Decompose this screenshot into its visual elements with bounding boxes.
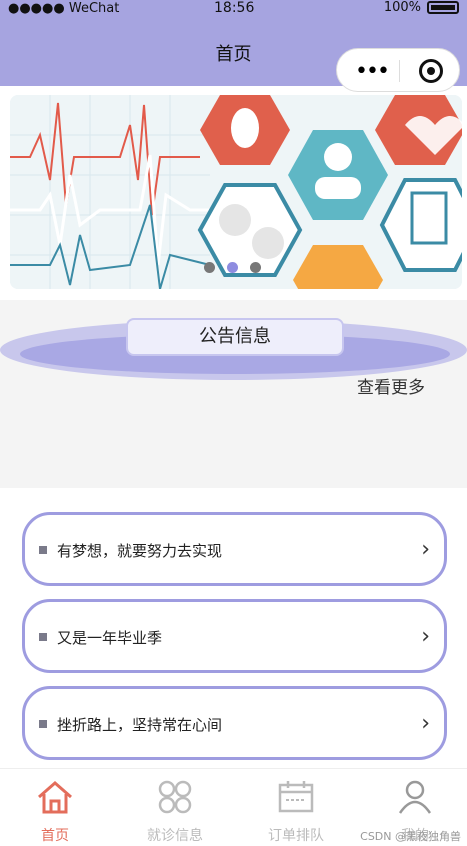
list-item-text: 又是一年毕业季 [57, 629, 163, 647]
battery-percent: 100% [383, 0, 421, 15]
status-bar: ●●●●● WeChat 18:56 100% [0, 0, 467, 20]
status-time: 18:56 [214, 0, 255, 16]
user-icon [398, 780, 432, 814]
list-item[interactable]: 又是一年毕业季 › [22, 599, 447, 673]
list-item-text: 有梦想，就要努力去实现 [57, 542, 223, 560]
battery-area: 100% [384, 0, 459, 15]
banner-carousel[interactable] [10, 95, 462, 289]
chevron-right-icon: › [421, 537, 430, 562]
home-icon [38, 781, 72, 814]
notice-title: 公告信息 [126, 318, 344, 356]
view-more-link[interactable]: 查看更多 [357, 373, 425, 398]
calendar-icon [278, 781, 314, 813]
tab-order-queue[interactable]: 订单排队 [251, 779, 341, 845]
list-item-text: 挫折路上，坚持常在心间 [57, 716, 223, 734]
tab-label: 首页 [41, 828, 69, 844]
chevron-right-icon: › [421, 711, 430, 736]
watermark: CSDN @黑夜独角兽 [360, 830, 461, 843]
more-menu-icon[interactable]: ••• [355, 59, 390, 84]
bullet-icon [39, 720, 47, 728]
chevron-right-icon: › [421, 624, 430, 649]
carousel-dot[interactable] [204, 262, 215, 273]
carousel-dot[interactable] [250, 262, 261, 273]
list-item[interactable]: 有梦想，就要努力去实现 › [22, 512, 447, 586]
close-target-icon[interactable] [419, 59, 443, 83]
capsule-divider [399, 60, 400, 82]
tab-home[interactable]: 首页 [10, 779, 100, 845]
medical-banner-image [10, 95, 462, 289]
tab-visit-info[interactable]: 就诊信息 [130, 779, 220, 845]
bullet-icon [39, 633, 47, 641]
mini-program-capsule[interactable]: ••• [336, 48, 460, 92]
nav-bar: 首页 ••• [0, 20, 467, 92]
tab-label: 就诊信息 [147, 828, 203, 844]
bullet-icon [39, 546, 47, 554]
grid-icon [158, 780, 192, 814]
carousel-dot-active[interactable] [227, 262, 238, 273]
signal-indicator: ●●●●● WeChat [8, 1, 120, 16]
tab-label: 订单排队 [268, 828, 324, 844]
list-item[interactable]: 挫折路上，坚持常在心间 › [22, 686, 447, 760]
carousel-indicators[interactable] [204, 262, 261, 273]
battery-icon [427, 1, 459, 14]
